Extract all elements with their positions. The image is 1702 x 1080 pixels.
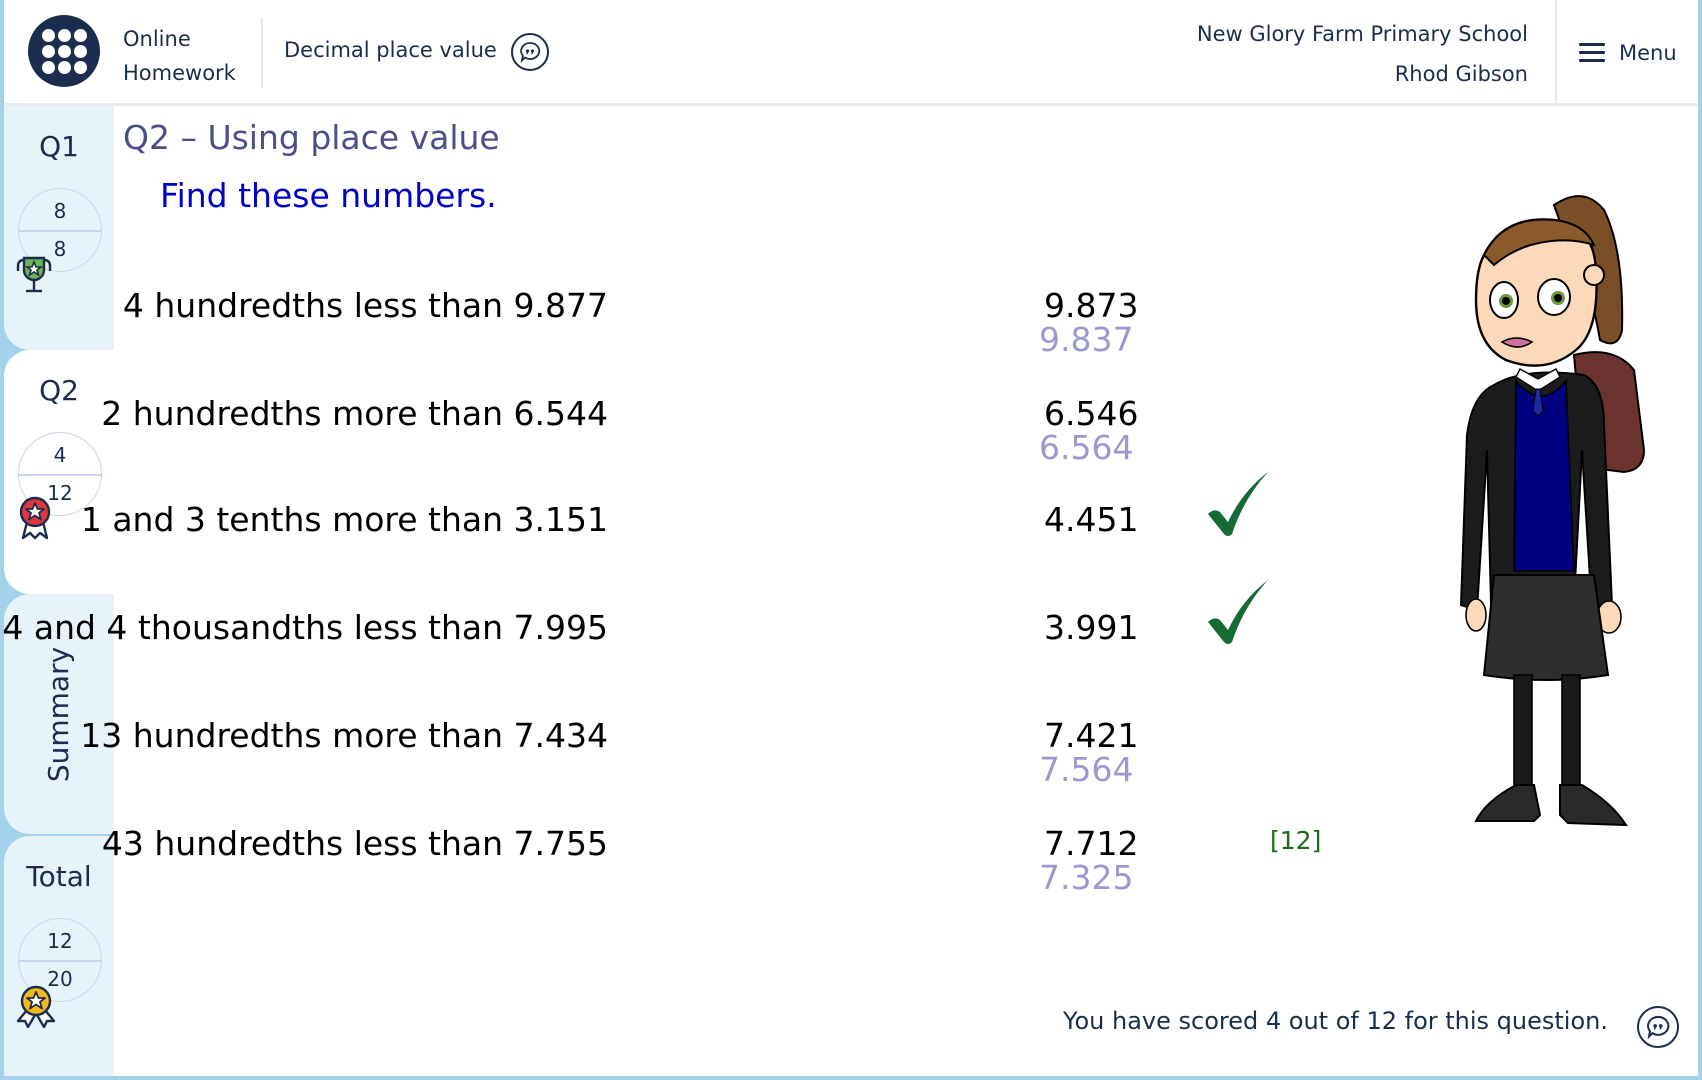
question-prompt: 1 and 3 tenths more than 3.151 [80,500,608,539]
question-row: 4 hundredths less than 9.877 9.873 9.837 [4,286,1404,386]
app-name: Online Homework [123,22,236,90]
menu-button[interactable]: Menu [1579,36,1677,70]
answer-input[interactable]: 4.451 [1044,500,1138,539]
question-prompt: 4 hundredths less than 9.877 [122,286,608,325]
checkmark-icon [1208,472,1268,536]
correct-answer: 7.325 [1039,858,1134,897]
speech-bubble-quote-icon[interactable] [1637,1006,1679,1048]
school-info: New Glory Farm Primary School Rhod Gibso… [1197,14,1528,94]
question-prompt: 13 hundredths more than 7.434 [80,716,608,755]
correct-answer: 7.564 [1039,750,1134,789]
school-name: New Glory Farm Primary School [1196,22,1528,46]
question-prompt: 4 and 4 thousandths less than 7.995 [2,608,608,647]
schoolgirl-character-illustration [1459,195,1646,827]
hamburger-icon [1579,43,1605,63]
question-title: Q2 – Using place value [123,118,500,157]
header-divider [261,18,263,88]
speech-bubble-quote-icon[interactable] [511,33,549,71]
correct-answer: 6.564 [1039,428,1134,467]
question-prompt: 43 hundredths less than 7.755 [101,824,608,863]
question-marks: [12] [1270,826,1322,855]
score-message-text: You have scored 4 out of 12 for this que… [1063,1007,1608,1035]
question-row: 43 hundredths less than 7.755 7.712 7.32… [4,824,1404,924]
app-frame: Online Homework Decimal place value New … [2,0,1698,1076]
question-prompt: 2 hundredths more than 6.544 [101,394,608,433]
checkmark-icon [1208,580,1268,644]
question-row: 2 hundredths more than 6.544 6.546 6.564 [4,394,1404,494]
rosette-icon [16,985,56,1028]
question-row: 1 and 3 tenths more than 3.151 4.451 [4,472,1404,600]
score-value: 12 [47,929,73,953]
score-value: 8 [53,199,67,223]
app-logo-icon[interactable] [28,15,100,87]
menu-label: Menu [1619,41,1677,65]
correct-answer: 9.837 [1039,320,1134,359]
topic-title: Decimal place value [284,38,497,62]
tab-label: Q1 [39,130,79,163]
top-header: Online Homework Decimal place value New … [4,0,1698,106]
answer-input[interactable]: 3.991 [1044,608,1138,647]
question-row: 4 and 4 thousandths less than 7.995 3.99… [2,580,1404,708]
app-name-line1: Online [123,27,191,51]
user-name: Rhod Gibson [1394,62,1528,86]
menu-divider [1555,0,1557,104]
question-instruction: Find these numbers. [160,176,497,215]
question-row: 13 hundredths more than 7.434 7.421 7.56… [4,716,1404,816]
app-name-line2: Homework [123,61,236,85]
question-score-message: You have scored 4 out of 12 for this que… [1063,1007,1608,1035]
